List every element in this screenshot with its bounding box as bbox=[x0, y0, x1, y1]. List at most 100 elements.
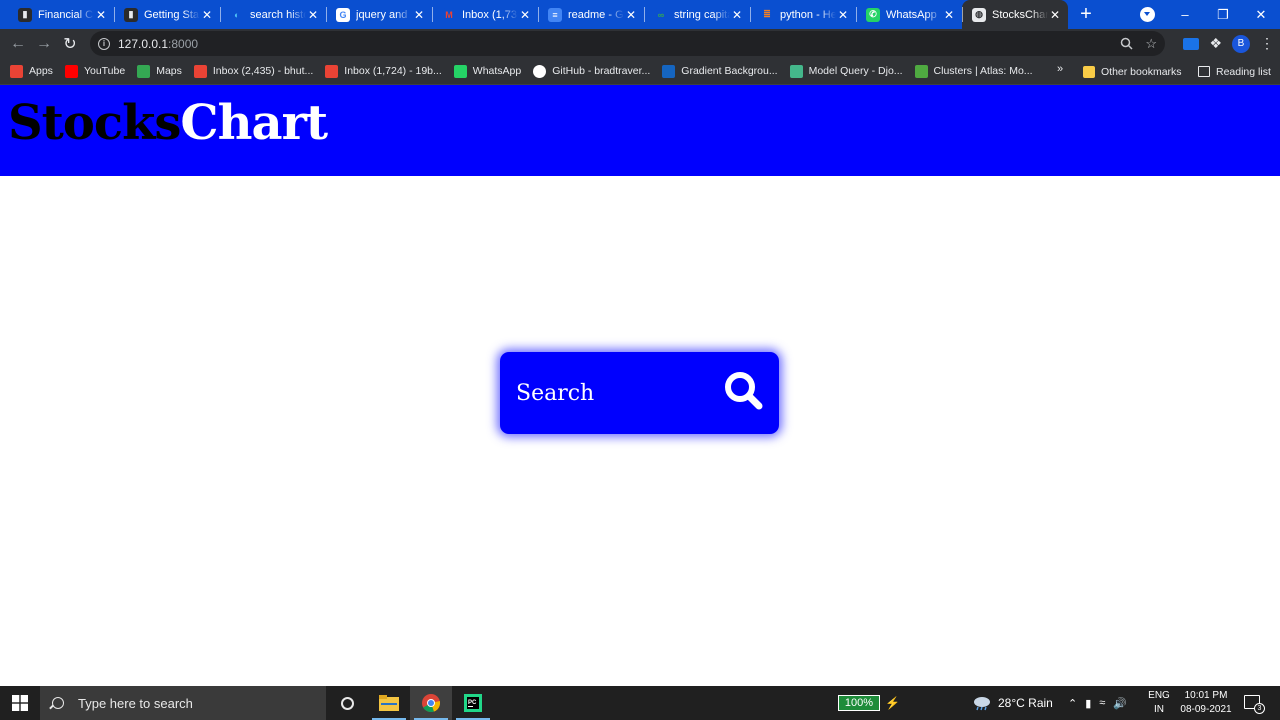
bookmark-item[interactable]: Model Query - Djo... bbox=[789, 64, 903, 78]
google-icon: G bbox=[336, 7, 350, 22]
rain-cloud-icon bbox=[974, 697, 990, 711]
site-logo[interactable]: StocksChart bbox=[8, 93, 328, 153]
search-button[interactable]: Search bbox=[500, 352, 779, 434]
volume-icon[interactable]: 🔊 bbox=[1113, 697, 1127, 710]
restore-icon[interactable]: ❐ bbox=[1204, 0, 1242, 29]
profile-avatar[interactable]: B bbox=[1232, 34, 1250, 53]
bar-chart-icon: ▮ bbox=[124, 7, 138, 22]
github-icon bbox=[533, 64, 547, 78]
bookmark-label: GitHub - bradtraver... bbox=[552, 65, 651, 77]
minimize-icon[interactable]: – bbox=[1166, 0, 1204, 29]
browser-tab[interactable]: Gjquery and ✕ bbox=[326, 0, 432, 29]
input-language[interactable]: ENG IN bbox=[1148, 689, 1170, 717]
logo-part-stocks: Stocks bbox=[8, 95, 181, 151]
tab-close-icon[interactable]: ✕ bbox=[412, 8, 426, 22]
menu-kebab-icon[interactable]: ⋮ bbox=[1260, 35, 1274, 52]
more-bookmarks-chevron-icon[interactable]: » bbox=[1057, 63, 1063, 75]
toolbar-actions: ❖ B ⋮ bbox=[1183, 29, 1274, 58]
svg-text:PC: PC bbox=[468, 700, 477, 706]
battery-indicator[interactable]: 100% ⚡ bbox=[838, 694, 900, 712]
battery-percentage: 100% bbox=[838, 695, 880, 711]
forward-icon[interactable]: → bbox=[31, 31, 57, 57]
close-window-icon[interactable]: ✕ bbox=[1242, 0, 1280, 29]
system-tray: ⌃ ▮ ≈ 🔊 bbox=[1068, 686, 1127, 720]
other-bookmarks[interactable]: Other bookmarks bbox=[1083, 58, 1182, 85]
taskbar-chrome[interactable] bbox=[410, 686, 452, 720]
browser-tab[interactable]: ∞ string capita ✕ bbox=[644, 0, 750, 29]
new-tab-plus-icon[interactable]: + bbox=[1072, 1, 1100, 29]
folder-icon bbox=[1083, 65, 1095, 78]
tab-title: Getting Star bbox=[144, 8, 200, 21]
system-clock[interactable]: 10:01 PM 08-09-2021 bbox=[1176, 689, 1236, 717]
bookmark-item[interactable]: Inbox (2,435) - bhut... bbox=[193, 64, 313, 78]
tab-title: Inbox (1,73( bbox=[462, 8, 518, 21]
lang-region: IN bbox=[1154, 704, 1164, 715]
tab-search-icon[interactable] bbox=[1140, 7, 1155, 22]
browser-tab[interactable]: M Inbox (1,73(✕ bbox=[432, 0, 538, 29]
bookmark-item[interactable]: Gradient Backgrou... bbox=[662, 64, 778, 78]
cortana-button[interactable] bbox=[326, 696, 368, 710]
taskbar-pycharm[interactable]: PC bbox=[452, 686, 494, 720]
django-icon bbox=[789, 64, 803, 78]
show-hidden-icons-chevron-icon[interactable]: ⌃ bbox=[1068, 697, 1077, 710]
file-explorer-icon bbox=[379, 695, 399, 711]
back-icon[interactable]: ← bbox=[5, 31, 31, 57]
wifi-icon[interactable]: ≈ bbox=[1099, 697, 1105, 709]
tab-close-icon[interactable]: ✕ bbox=[306, 8, 320, 22]
reading-list-label: Reading list bbox=[1216, 65, 1271, 78]
taskbar-file-explorer[interactable] bbox=[368, 686, 410, 720]
docs-icon: ≡ bbox=[548, 7, 562, 22]
browser-tab[interactable]: ≡ readme - Gi ✕ bbox=[538, 0, 644, 29]
weather-widget[interactable]: 28°C Rain bbox=[972, 686, 1053, 720]
bookmark-item[interactable]: GitHub - bradtraver... bbox=[533, 64, 651, 78]
tab-close-icon[interactable]: ✕ bbox=[518, 8, 532, 22]
weather-text: 28°C Rain bbox=[998, 696, 1053, 710]
browser-tab[interactable]: ▮ Getting Star ✕ bbox=[114, 0, 220, 29]
bar-chart-icon: ▮ bbox=[18, 7, 32, 22]
bookmark-item[interactable]: WhatsApp bbox=[453, 64, 522, 78]
edge-icon: ◐ bbox=[230, 7, 244, 22]
tab-title: search histo bbox=[250, 8, 306, 21]
reading-list-icon bbox=[1198, 66, 1210, 77]
reading-list[interactable]: Reading list bbox=[1198, 58, 1271, 85]
tab-close-icon[interactable]: ✕ bbox=[730, 8, 744, 22]
bookmark-label: WhatsApp bbox=[472, 65, 522, 77]
taskbar-search-box[interactable]: Type here to search bbox=[40, 686, 326, 720]
tab-strip: ▮ Financial Ch ✕ ▮ Getting Star ✕ ◐ search hist… bbox=[0, 0, 1280, 29]
browser-tab[interactable]: ▮ Financial Ch ✕ bbox=[8, 0, 114, 29]
whatsapp-icon bbox=[453, 64, 467, 78]
bookmark-star-icon[interactable]: ☆ bbox=[1145, 36, 1157, 52]
zoom-icon[interactable] bbox=[1120, 37, 1133, 50]
bookmark-item[interactable]: Clusters | Atlas: Mo... bbox=[914, 64, 1033, 78]
tab-close-icon[interactable]: ✕ bbox=[942, 8, 956, 22]
extension-icon[interactable] bbox=[1183, 37, 1200, 50]
address-bar[interactable]: i 127.0.0.1:8000 ☆ bbox=[90, 31, 1165, 56]
screen: ▮ Financial Ch ✕ ▮ Getting Star ✕ ◐ search hist… bbox=[0, 0, 1280, 720]
tab-close-icon[interactable]: ✕ bbox=[94, 8, 108, 22]
site-info-icon[interactable]: i bbox=[98, 37, 110, 50]
bookmark-item[interactable]: Apps bbox=[10, 64, 53, 78]
browser-tab[interactable]: ✆ WhatsApp ✕ bbox=[856, 0, 962, 29]
browser-tab[interactable]: ◍ StocksChart ✕ bbox=[962, 0, 1068, 29]
bookmark-item[interactable]: Maps bbox=[137, 64, 182, 78]
bookmark-item[interactable]: Inbox (1,724) - 19b... bbox=[325, 64, 442, 78]
extensions-puzzle-icon[interactable]: ❖ bbox=[1209, 35, 1222, 52]
tab-close-icon[interactable]: ✕ bbox=[1048, 8, 1062, 22]
bookmark-label: Apps bbox=[29, 65, 53, 77]
battery-tray-icon[interactable]: ▮ bbox=[1085, 697, 1091, 710]
address-port: :8000 bbox=[168, 36, 199, 51]
tab-close-icon[interactable]: ✕ bbox=[836, 8, 850, 22]
tab-close-icon[interactable]: ✕ bbox=[624, 8, 638, 22]
tab-title: Financial Ch bbox=[38, 8, 94, 21]
notifications-icon[interactable]: 3 bbox=[1244, 695, 1265, 714]
start-button[interactable] bbox=[0, 686, 40, 720]
chrome-icon bbox=[422, 694, 440, 712]
browser-toolbar: ← → ↻ i 127.0.0.1:8000 ☆ ❖ B ⋮ bbox=[0, 29, 1280, 58]
browser-tab[interactable]: ≣ python - He ✕ bbox=[750, 0, 856, 29]
search-label: Search bbox=[516, 380, 595, 406]
tab-close-icon[interactable]: ✕ bbox=[200, 8, 214, 22]
bookmark-item[interactable]: YouTube bbox=[64, 64, 125, 78]
reload-icon[interactable]: ↻ bbox=[57, 31, 83, 57]
youtube-icon bbox=[64, 64, 78, 78]
browser-tab[interactable]: ◐ search histo ✕ bbox=[220, 0, 326, 29]
